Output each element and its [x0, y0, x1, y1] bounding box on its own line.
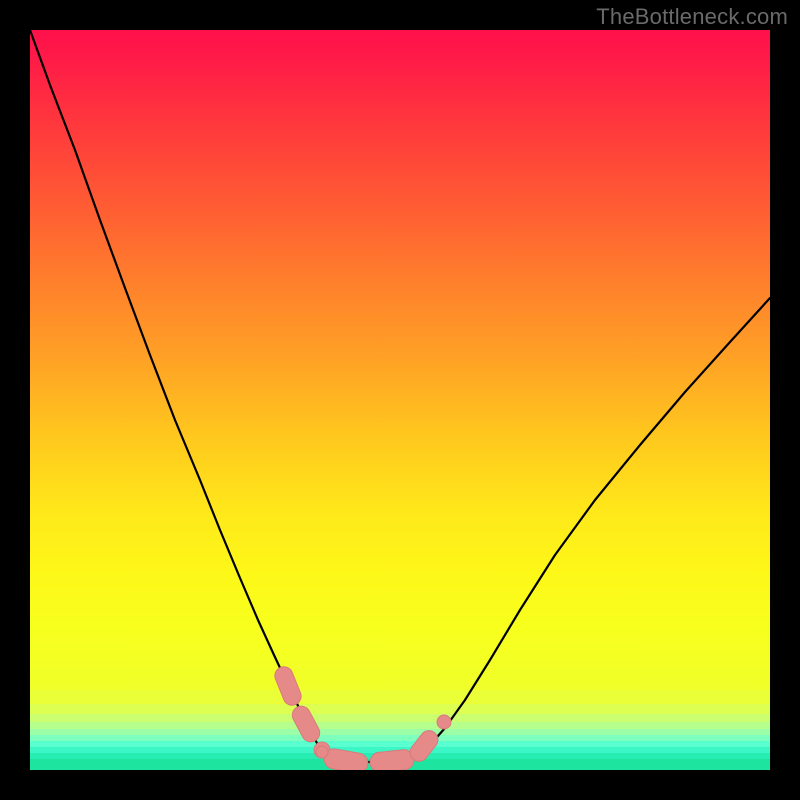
data-marker — [369, 749, 415, 770]
bottleneck-path — [30, 30, 770, 762]
watermark-text: TheBottleneck.com — [596, 4, 788, 30]
data-marker — [437, 715, 451, 729]
plot-area — [30, 30, 770, 770]
data-marker — [272, 664, 304, 708]
data-marker — [316, 746, 328, 758]
chart-frame: TheBottleneck.com — [0, 0, 800, 800]
data-marker — [323, 747, 370, 770]
bottleneck-curve — [30, 30, 770, 770]
data-marker — [289, 703, 323, 745]
